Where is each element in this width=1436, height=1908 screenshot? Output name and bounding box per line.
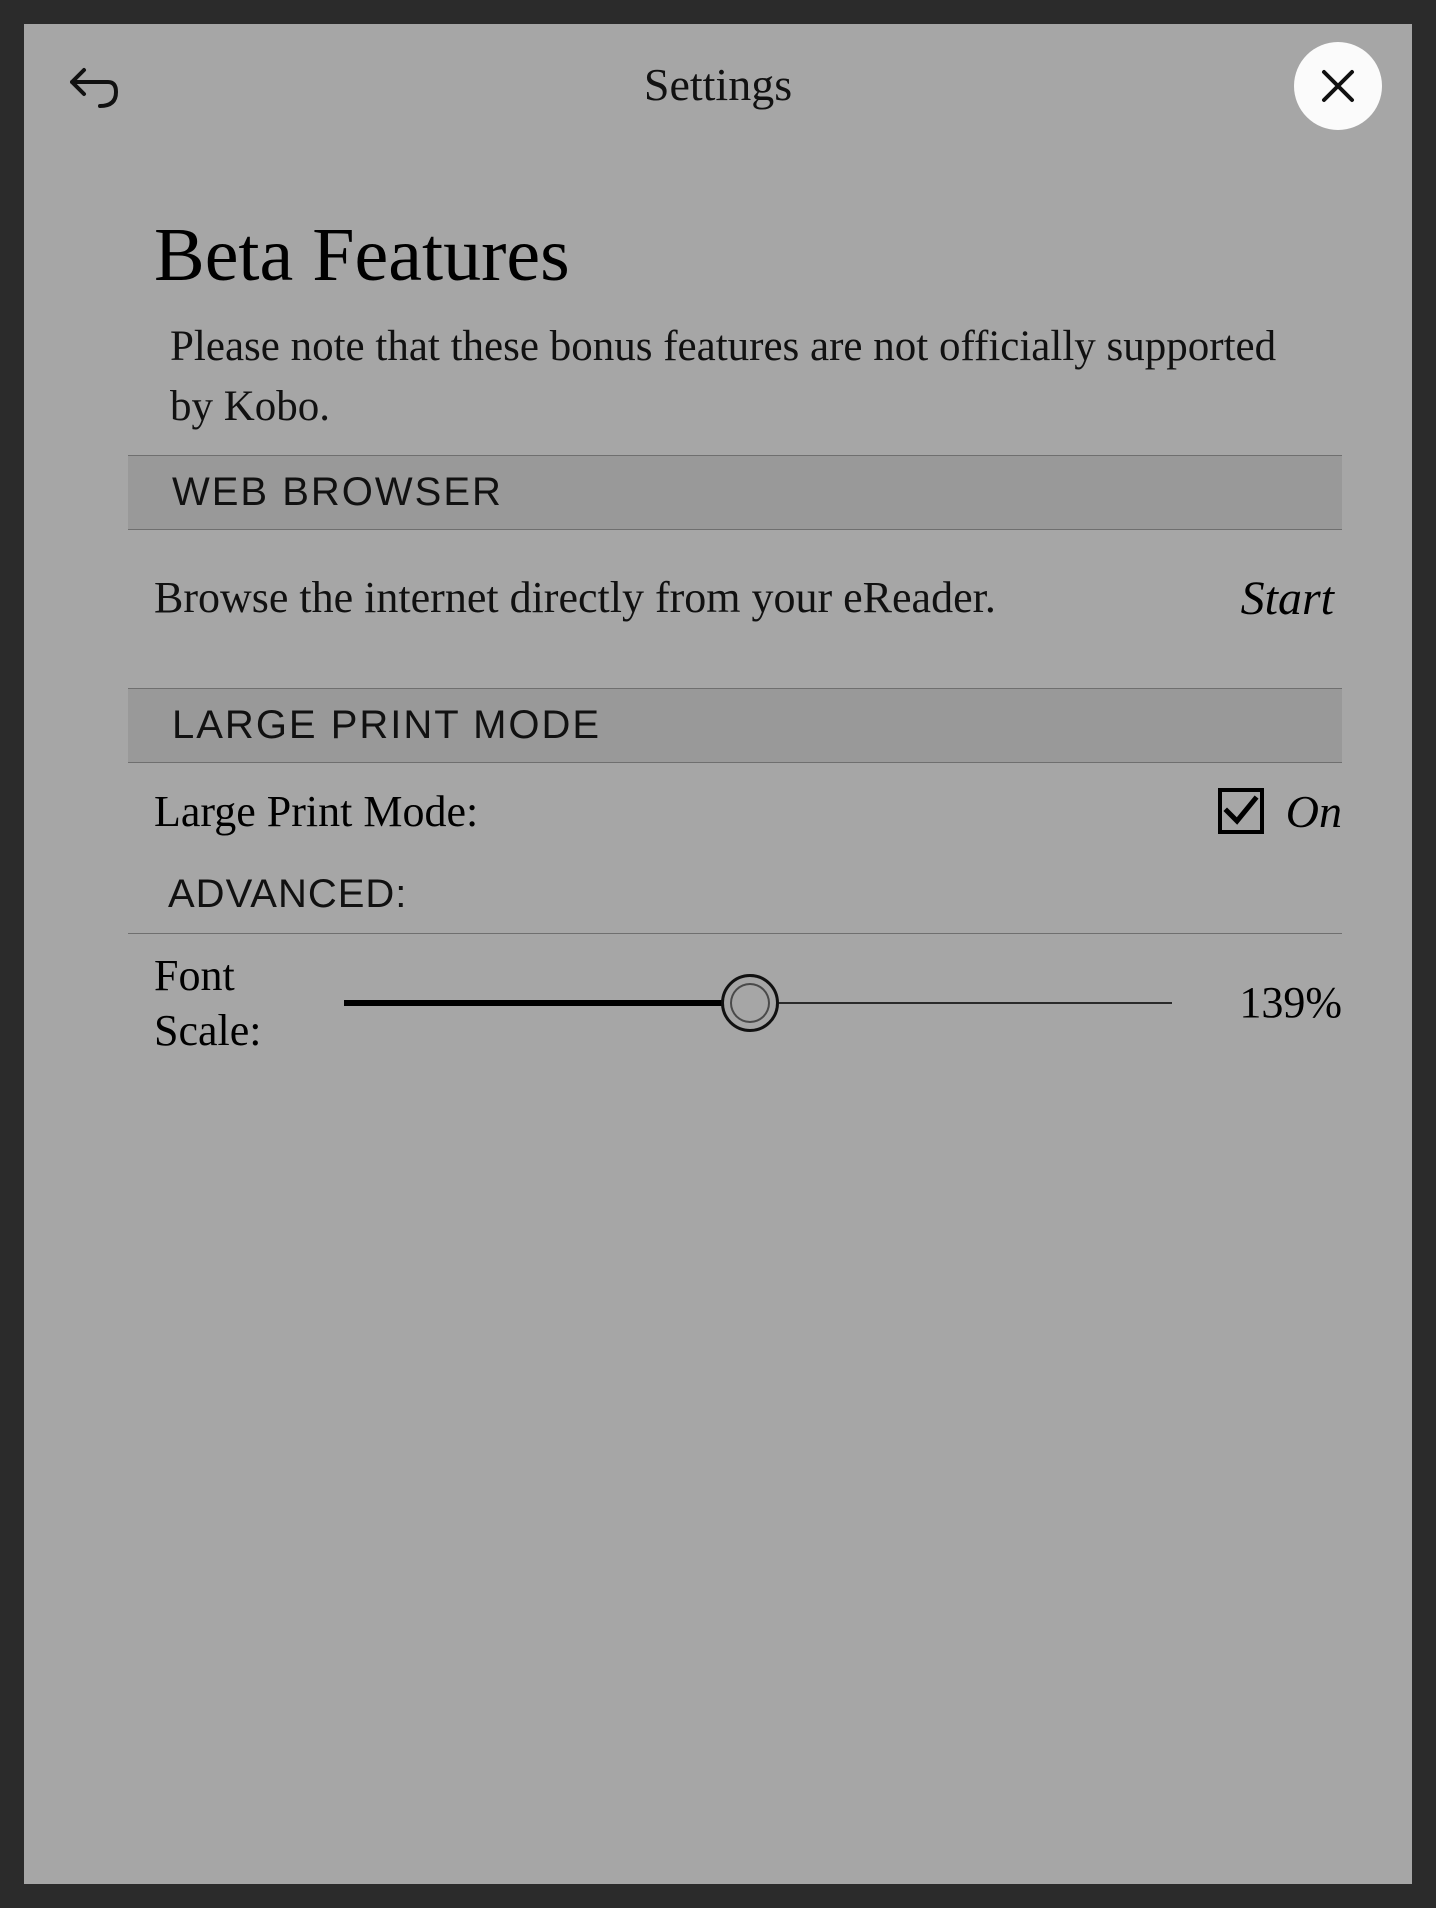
large-print-toggle[interactable]: On (1218, 785, 1342, 838)
web-browser-description: Browse the internet directly from your e… (154, 568, 1241, 627)
content-area: Beta Features Please note that these bon… (24, 144, 1412, 1058)
header-bar: Settings (24, 24, 1412, 144)
font-scale-row: Font Scale: 139% (24, 934, 1412, 1058)
large-print-row: Large Print Mode: On (24, 763, 1412, 842)
section-header-large-print: LARGE PRINT MODE (128, 688, 1342, 763)
settings-screen: Settings Beta Features Please note that … (24, 24, 1412, 1884)
web-browser-start-button[interactable]: Start (1241, 571, 1342, 626)
page-title: Beta Features (24, 212, 1412, 317)
slider-knob[interactable] (721, 974, 779, 1032)
back-button[interactable] (64, 58, 124, 118)
checkbox-label: On (1286, 785, 1342, 838)
advanced-label: ADVANCED: (24, 842, 1412, 933)
slider-fill (344, 1000, 750, 1006)
font-scale-label: Font Scale: (154, 948, 314, 1058)
close-icon (1318, 66, 1358, 106)
large-print-label: Large Print Mode: (154, 786, 1218, 837)
page-subtitle: Please note that these bonus features ar… (24, 317, 1412, 455)
section-header-web-browser: WEB BROWSER (128, 455, 1342, 530)
web-browser-row: Browse the internet directly from your e… (24, 530, 1412, 665)
font-scale-value: 139% (1202, 977, 1342, 1028)
close-button[interactable] (1294, 42, 1382, 130)
header-title: Settings (644, 58, 792, 111)
font-scale-slider[interactable] (344, 973, 1172, 1033)
checkbox-icon (1218, 788, 1264, 834)
back-arrow-icon (70, 66, 118, 110)
checkmark-icon (1223, 793, 1259, 829)
